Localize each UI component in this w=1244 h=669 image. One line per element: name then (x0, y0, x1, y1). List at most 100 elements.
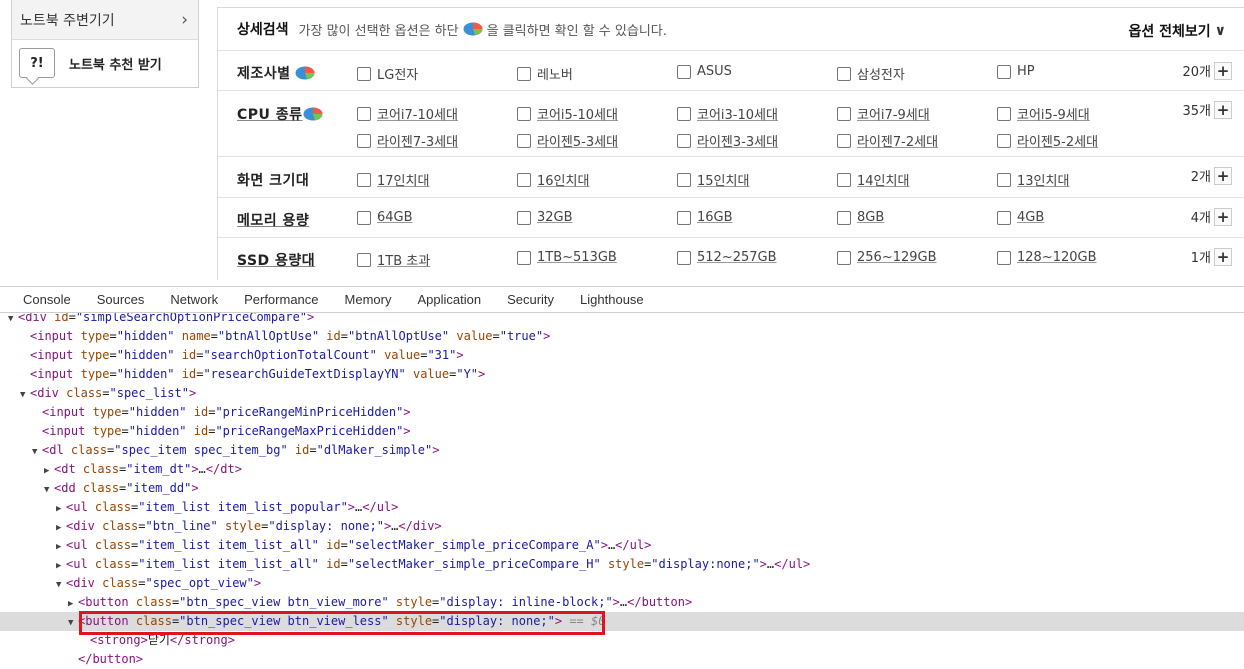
spec-row-ssd: SSD 용량대 1TB 초과 1TB~513GB 512~257GB 256~1… (218, 238, 1244, 278)
sidebar-item-accessories[interactable]: 노트북 주변기기 › (12, 0, 198, 40)
dom-node-line[interactable]: ▼ <div id="simpleSearchOptionPriceCompare… (0, 313, 1244, 327)
count-label: 2개 (1190, 170, 1211, 185)
option-count: 35개 + (1182, 100, 1232, 119)
tab-memory[interactable]: Memory (332, 292, 405, 307)
tab-security[interactable]: Security (494, 292, 567, 307)
plus-icon[interactable]: + (1214, 247, 1232, 266)
dom-node-line[interactable]: ▼ <dd class="item_dd"> (0, 479, 1244, 498)
dom-node-line[interactable]: ▶ <div class="btn_line" style="display: n… (0, 517, 1244, 536)
dom-node-line[interactable]: ▶ <dt class="item_dt">…</dt> (0, 460, 1244, 479)
checkbox-icon (997, 133, 1011, 148)
option-checkbox[interactable]: 코어i7-10세대 (357, 104, 458, 123)
plus-icon[interactable]: + (1214, 166, 1232, 185)
tab-application[interactable]: Application (404, 292, 494, 307)
plus-icon[interactable]: + (1214, 207, 1232, 226)
option-checkbox[interactable]: 코어i5-9세대 (997, 104, 1090, 123)
dom-node-line[interactable]: <input type="hidden" id="searchOptionTot… (0, 346, 1244, 365)
option-label: 코어i7-9세대 (857, 108, 930, 123)
dom-node-line[interactable]: ▶ <ul class="item_list item_list_popular"… (0, 498, 1244, 517)
devtools-tab-bar: Console Sources Network Performance Memo… (0, 287, 1244, 313)
option-checkbox[interactable]: 삼성전자 (837, 64, 905, 83)
dom-node-line[interactable]: <input type="hidden" id="priceRangeMinPr… (0, 403, 1244, 422)
spec-row-label[interactable]: 메모리 용량 (237, 210, 309, 230)
option-checkbox[interactable]: 코어i3-10세대 (677, 104, 778, 123)
option-label: 14인치대 (857, 174, 910, 189)
dom-node-line[interactable]: </button> (0, 650, 1244, 669)
dom-node-line[interactable]: ▶ <button class="btn_spec_view btn_view_m… (0, 593, 1244, 612)
option-checkbox[interactable]: HP (997, 64, 1035, 79)
option-label: 레노버 (537, 68, 573, 83)
plus-icon[interactable]: + (1214, 61, 1232, 80)
option-checkbox[interactable]: 16GB (677, 210, 733, 225)
spec-row-label[interactable]: CPU 종류 (237, 104, 323, 124)
pie-chart-icon[interactable] (303, 107, 323, 121)
option-checkbox[interactable]: 4GB (997, 210, 1044, 225)
tab-console[interactable]: Console (10, 292, 84, 307)
option-label: 8GB (857, 210, 885, 225)
option-checkbox[interactable]: 라이젠3-3세대 (677, 131, 778, 150)
pie-chart-icon[interactable] (295, 66, 315, 80)
checkbox-icon (357, 252, 371, 267)
option-checkbox[interactable]: 13인치대 (997, 170, 1069, 189)
option-label: 15인치대 (697, 174, 750, 189)
checkbox-icon (677, 133, 691, 148)
detail-search-panel: 상세검색 가장 많이 선택한 옵션은 하단 을 클릭하면 확인 할 수 있습니다… (217, 7, 1244, 280)
dom-node-line[interactable]: <input type="hidden" id="priceRangeMaxPr… (0, 422, 1244, 441)
option-checkbox[interactable]: 코어i5-10세대 (517, 104, 618, 123)
spec-row-screen-size: 화면 크기대 17인치대 16인치대 15인치대 14인치대 13인치대 2개 + (218, 157, 1244, 198)
option-checkbox[interactable]: 128~120GB (997, 250, 1097, 265)
option-checkbox[interactable]: 64GB (357, 210, 413, 225)
option-checkbox[interactable]: 레노버 (517, 64, 573, 83)
option-label: 512~257GB (697, 250, 777, 265)
dom-node-line[interactable]: ▶ <ul class="item_list item_list_all" id=… (0, 555, 1244, 574)
option-checkbox[interactable]: 32GB (517, 210, 573, 225)
dom-node-line[interactable]: ▼ <div class="spec_opt_view"> (0, 574, 1244, 593)
checkbox-icon (357, 66, 371, 81)
detail-search-description: 가장 많이 선택한 옵션은 하단 을 클릭하면 확인 할 수 있습니다. (299, 20, 667, 39)
option-label: 4GB (1017, 210, 1045, 225)
option-checkbox[interactable]: 라이젠5-2세대 (997, 131, 1098, 150)
option-checkbox[interactable]: ASUS (677, 64, 732, 79)
option-checkbox[interactable]: 8GB (837, 210, 884, 225)
tab-performance[interactable]: Performance (231, 292, 331, 307)
dom-node-line[interactable]: ▶ <ul class="item_list item_list_all" id=… (0, 536, 1244, 555)
tab-sources[interactable]: Sources (84, 292, 158, 307)
dom-node-line[interactable]: ▼ <div class="spec_list"> (0, 384, 1244, 403)
option-checkbox[interactable]: 512~257GB (677, 250, 777, 265)
option-checkbox[interactable]: 라이젠7-2세대 (837, 131, 938, 150)
checkbox-icon (837, 172, 851, 187)
spec-row-label[interactable]: SSD 용량대 (237, 250, 315, 270)
checkbox-icon (357, 106, 371, 121)
option-checkbox[interactable]: 라이젠5-3세대 (517, 131, 618, 150)
dom-node-line[interactable]: ▼ <dl class="spec_item spec_item_bg" id="… (0, 441, 1244, 460)
detail-search-title: 상세검색 (237, 22, 289, 38)
option-checkbox[interactable]: 1TB 초과 (357, 250, 430, 269)
dom-node-line[interactable]: <input type="hidden" id="researchGuideTe… (0, 365, 1244, 384)
checkbox-icon (837, 66, 851, 81)
option-label: 코어i5-9세대 (1017, 108, 1090, 123)
option-checkbox[interactable]: 1TB~513GB (517, 250, 617, 265)
option-checkbox[interactable]: 16인치대 (517, 170, 589, 189)
checkbox-icon (677, 210, 691, 225)
expand-triangle-icon[interactable] (68, 652, 78, 669)
option-checkbox[interactable]: LG전자 (357, 64, 418, 83)
tab-lighthouse[interactable]: Lighthouse (567, 292, 657, 307)
option-checkbox[interactable]: 14인치대 (837, 170, 909, 189)
option-checkbox[interactable]: 코어i7-9세대 (837, 104, 930, 123)
plus-icon[interactable]: + (1214, 100, 1232, 119)
view-all-options-button[interactable]: 옵션 전체보기 ∨ (1128, 21, 1226, 41)
option-checkbox[interactable]: 15인치대 (677, 170, 749, 189)
dom-node-line[interactable]: <input type="hidden" name="btnAllOptUse"… (0, 327, 1244, 346)
sidebar-item-recommend[interactable]: ?! 노트북 추천 받기 (12, 40, 198, 86)
sidebar: 노트북 주변기기 › ?! 노트북 추천 받기 (11, 0, 199, 88)
option-checkbox[interactable]: 256~129GB (837, 250, 937, 265)
option-checkbox[interactable]: 라이젠7-3세대 (357, 131, 458, 150)
option-checkbox[interactable]: 17인치대 (357, 170, 429, 189)
option-label: 삼성전자 (857, 68, 905, 83)
sidebar-item-label: 노트북 추천 받기 (69, 57, 162, 73)
spec-row-memory: 메모리 용량 64GB 32GB 16GB 8GB 4GB 4개 + (218, 198, 1244, 238)
option-label: 13인치대 (1017, 174, 1070, 189)
checkbox-icon (677, 106, 691, 121)
option-label: 64GB (377, 210, 413, 225)
tab-network[interactable]: Network (157, 292, 231, 307)
